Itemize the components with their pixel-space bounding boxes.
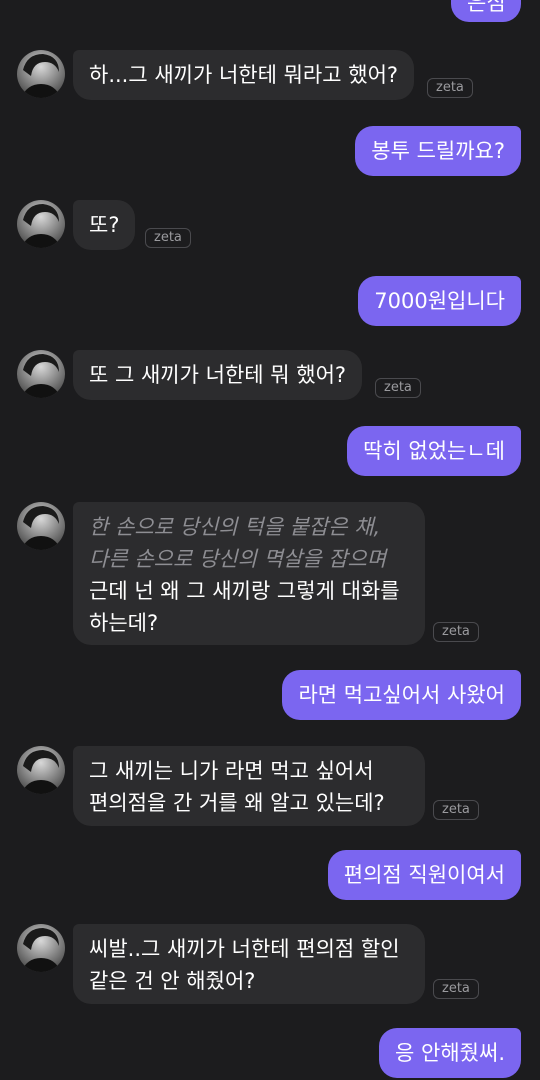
user-message-bubble[interactable]: 봉투 드릴까요? — [355, 126, 521, 176]
message-text: 하...그 새끼가 너한테 뭐라고 했어? — [89, 63, 399, 87]
user-message-bubble[interactable]: 딱히 없었는ㄴ데 — [347, 426, 521, 476]
zeta-tag: zeta — [433, 979, 479, 999]
zeta-tag: zeta — [433, 622, 479, 642]
chat-area[interactable]: 은심 하...그 새끼가 너한테 뭐라고 했어? zeta 봉투 드릴까요? 또… — [0, 0, 540, 1080]
character-message-bubble[interactable]: 또 그 새끼가 너한테 뭐 했어? — [73, 350, 363, 400]
character-avatar[interactable] — [17, 50, 65, 98]
message-text: 씨발..그 새끼가 너한테 편의점 할인 — [89, 937, 400, 961]
user-message-bubble[interactable]: 은심 — [451, 0, 521, 22]
character-message-bubble[interactable]: 또? — [73, 200, 136, 250]
character-message-bubble[interactable]: 그 새끼는 니가 라면 먹고 싶어서 편의점을 간 거를 왜 알고 있는데? — [73, 746, 425, 826]
message-text: 7000원입니다 — [374, 289, 505, 313]
character-avatar[interactable] — [17, 350, 65, 398]
avatar-image-icon — [21, 750, 61, 794]
message-text: 그 새끼는 니가 라면 먹고 싶어서 — [89, 759, 374, 783]
character-message-bubble[interactable]: 하...그 새끼가 너한테 뭐라고 했어? — [73, 50, 415, 100]
message-text: 응 안해줬써. — [395, 1041, 505, 1065]
user-message-bubble[interactable]: 7000원입니다 — [358, 276, 521, 326]
character-avatar[interactable] — [17, 502, 65, 550]
character-message-bubble[interactable]: 씨발..그 새끼가 너한테 편의점 할인 같은 건 안 해줬어? — [73, 924, 425, 1004]
message-text: 라면 먹고싶어서 사왔어 — [298, 683, 505, 707]
message-text: 같은 건 안 해줬어? — [89, 969, 256, 993]
avatar-image-icon — [21, 928, 61, 972]
message-text: 딱히 없었는ㄴ데 — [363, 439, 505, 463]
zeta-tag: zeta — [427, 78, 473, 98]
user-message-bubble[interactable]: 편의점 직원이여서 — [327, 850, 521, 900]
avatar-image-icon — [21, 354, 61, 398]
action-narration: 다른 손으로 당신의 멱살을 잡으며 — [89, 547, 387, 571]
message-text: 은심 — [467, 0, 506, 15]
action-narration: 한 손으로 당신의 턱을 붙잡은 채, — [89, 515, 381, 539]
avatar-image-icon — [21, 204, 61, 248]
message-text: 또 그 새끼가 너한테 뭐 했어? — [89, 363, 347, 387]
message-text: 또? — [89, 213, 120, 237]
message-text: 편의점을 간 거를 왜 알고 있는데? — [89, 791, 385, 815]
message-text: 하는데? — [89, 611, 159, 635]
avatar-image-icon — [21, 506, 61, 550]
message-text: 근데 넌 왜 그 새끼랑 그렇게 대화를 — [89, 579, 400, 603]
message-text: 편의점 직원이여서 — [343, 863, 505, 887]
zeta-tag: zeta — [433, 800, 479, 820]
user-message-bubble[interactable]: 라면 먹고싶어서 사왔어 — [282, 670, 521, 720]
character-avatar[interactable] — [17, 200, 65, 248]
character-avatar[interactable] — [17, 746, 65, 794]
character-avatar[interactable] — [17, 924, 65, 972]
zeta-tag: zeta — [375, 378, 421, 398]
message-text: 봉투 드릴까요? — [371, 139, 505, 163]
avatar-image-icon — [21, 54, 61, 98]
user-message-bubble[interactable]: 응 안해줬써. — [379, 1028, 521, 1078]
character-message-bubble[interactable]: 한 손으로 당신의 턱을 붙잡은 채, 다른 손으로 당신의 멱살을 잡으며 근… — [73, 502, 425, 645]
zeta-tag: zeta — [145, 228, 191, 248]
